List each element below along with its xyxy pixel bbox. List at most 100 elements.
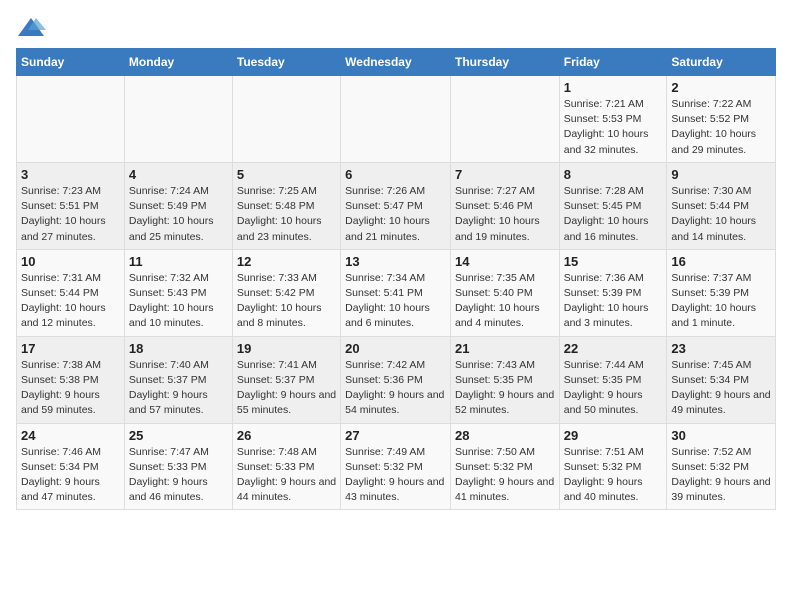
calendar-cell: 16 Sunrise: 7:37 AM Sunset: 5:39 PM Dayli… bbox=[667, 249, 776, 336]
calendar-cell: 30 Sunrise: 7:52 AM Sunset: 5:32 PM Dayli… bbox=[667, 423, 776, 510]
header bbox=[16, 16, 776, 40]
calendar-cell bbox=[17, 76, 125, 163]
day-info: Sunrise: 7:35 AM Sunset: 5:40 PM Dayligh… bbox=[455, 271, 555, 332]
day-number: 22 bbox=[564, 341, 663, 356]
day-number: 18 bbox=[129, 341, 228, 356]
day-number: 8 bbox=[564, 167, 663, 182]
day-number: 26 bbox=[237, 428, 336, 443]
day-info: Sunrise: 7:46 AM Sunset: 5:34 PM Dayligh… bbox=[21, 445, 120, 506]
calendar-cell: 15 Sunrise: 7:36 AM Sunset: 5:39 PM Dayli… bbox=[559, 249, 667, 336]
weekday-header-saturday: Saturday bbox=[667, 49, 776, 76]
day-number: 29 bbox=[564, 428, 663, 443]
day-info: Sunrise: 7:48 AM Sunset: 5:33 PM Dayligh… bbox=[237, 445, 336, 506]
calendar-cell: 17Sunrise: 7:38 AM Sunset: 5:38 PM Dayli… bbox=[17, 336, 125, 423]
calendar-cell: 18 Sunrise: 7:40 AM Sunset: 5:37 PM Dayli… bbox=[124, 336, 232, 423]
day-number: 13 bbox=[345, 254, 446, 269]
day-number: 16 bbox=[671, 254, 771, 269]
day-number: 14 bbox=[455, 254, 555, 269]
day-info: Sunrise: 7:30 AM Sunset: 5:44 PM Dayligh… bbox=[671, 184, 771, 245]
day-number: 6 bbox=[345, 167, 446, 182]
calendar-cell: 11Sunrise: 7:32 AM Sunset: 5:43 PM Dayli… bbox=[124, 249, 232, 336]
day-info: Sunrise: 7:24 AM Sunset: 5:49 PM Dayligh… bbox=[129, 184, 228, 245]
calendar-cell: 6 Sunrise: 7:26 AM Sunset: 5:47 PM Daylig… bbox=[341, 162, 451, 249]
calendar-cell: 4 Sunrise: 7:24 AM Sunset: 5:49 PM Daylig… bbox=[124, 162, 232, 249]
day-info: Sunrise: 7:51 AM Sunset: 5:32 PM Dayligh… bbox=[564, 445, 663, 506]
day-number: 21 bbox=[455, 341, 555, 356]
day-info: Sunrise: 7:34 AM Sunset: 5:41 PM Dayligh… bbox=[345, 271, 446, 332]
day-number: 20 bbox=[345, 341, 446, 356]
calendar-cell: 20 Sunrise: 7:42 AM Sunset: 5:36 PM Dayli… bbox=[341, 336, 451, 423]
day-info: Sunrise: 7:23 AM Sunset: 5:51 PM Dayligh… bbox=[21, 184, 120, 245]
calendar-cell: 26 Sunrise: 7:48 AM Sunset: 5:33 PM Dayli… bbox=[232, 423, 340, 510]
calendar-week-3: 10 Sunrise: 7:31 AM Sunset: 5:44 PM Dayli… bbox=[17, 249, 776, 336]
calendar-cell: 12 Sunrise: 7:33 AM Sunset: 5:42 PM Dayli… bbox=[232, 249, 340, 336]
day-info: Sunrise: 7:52 AM Sunset: 5:32 PM Dayligh… bbox=[671, 445, 771, 506]
calendar-cell: 7 Sunrise: 7:27 AM Sunset: 5:46 PM Daylig… bbox=[450, 162, 559, 249]
day-info: Sunrise: 7:25 AM Sunset: 5:48 PM Dayligh… bbox=[237, 184, 336, 245]
calendar-cell: 5Sunrise: 7:25 AM Sunset: 5:48 PM Daylig… bbox=[232, 162, 340, 249]
day-number: 19 bbox=[237, 341, 336, 356]
calendar-cell: 24 Sunrise: 7:46 AM Sunset: 5:34 PM Dayli… bbox=[17, 423, 125, 510]
weekday-header-thursday: Thursday bbox=[450, 49, 559, 76]
day-info: Sunrise: 7:31 AM Sunset: 5:44 PM Dayligh… bbox=[21, 271, 120, 332]
day-number: 10 bbox=[21, 254, 120, 269]
calendar-table: SundayMondayTuesdayWednesdayThursdayFrid… bbox=[16, 48, 776, 510]
calendar-week-1: 1 Sunrise: 7:21 AM Sunset: 5:53 PM Daylig… bbox=[17, 76, 776, 163]
day-number: 27 bbox=[345, 428, 446, 443]
calendar-cell: 27Sunrise: 7:49 AM Sunset: 5:32 PM Dayli… bbox=[341, 423, 451, 510]
calendar-cell: 23Sunrise: 7:45 AM Sunset: 5:34 PM Dayli… bbox=[667, 336, 776, 423]
day-number: 11 bbox=[129, 254, 228, 269]
calendar-cell: 25 Sunrise: 7:47 AM Sunset: 5:33 PM Dayli… bbox=[124, 423, 232, 510]
calendar-week-4: 17Sunrise: 7:38 AM Sunset: 5:38 PM Dayli… bbox=[17, 336, 776, 423]
calendar-cell: 1 Sunrise: 7:21 AM Sunset: 5:53 PM Daylig… bbox=[559, 76, 667, 163]
day-info: Sunrise: 7:38 AM Sunset: 5:38 PM Dayligh… bbox=[21, 358, 120, 419]
calendar-cell: 28 Sunrise: 7:50 AM Sunset: 5:32 PM Dayli… bbox=[450, 423, 559, 510]
calendar-cell: 19 Sunrise: 7:41 AM Sunset: 5:37 PM Dayli… bbox=[232, 336, 340, 423]
calendar-cell bbox=[124, 76, 232, 163]
weekday-header-wednesday: Wednesday bbox=[341, 49, 451, 76]
day-info: Sunrise: 7:27 AM Sunset: 5:46 PM Dayligh… bbox=[455, 184, 555, 245]
day-info: Sunrise: 7:26 AM Sunset: 5:47 PM Dayligh… bbox=[345, 184, 446, 245]
calendar-cell: 21 Sunrise: 7:43 AM Sunset: 5:35 PM Dayli… bbox=[450, 336, 559, 423]
day-number: 24 bbox=[21, 428, 120, 443]
day-number: 4 bbox=[129, 167, 228, 182]
day-info: Sunrise: 7:40 AM Sunset: 5:37 PM Dayligh… bbox=[129, 358, 228, 419]
day-info: Sunrise: 7:45 AM Sunset: 5:34 PM Dayligh… bbox=[671, 358, 771, 419]
calendar-cell: 14 Sunrise: 7:35 AM Sunset: 5:40 PM Dayli… bbox=[450, 249, 559, 336]
day-info: Sunrise: 7:41 AM Sunset: 5:37 PM Dayligh… bbox=[237, 358, 336, 419]
day-number: 25 bbox=[129, 428, 228, 443]
calendar-cell: 22 Sunrise: 7:44 AM Sunset: 5:35 PM Dayli… bbox=[559, 336, 667, 423]
day-info: Sunrise: 7:36 AM Sunset: 5:39 PM Dayligh… bbox=[564, 271, 663, 332]
weekday-header-sunday: Sunday bbox=[17, 49, 125, 76]
logo bbox=[16, 16, 50, 40]
calendar-week-2: 3 Sunrise: 7:23 AM Sunset: 5:51 PM Daylig… bbox=[17, 162, 776, 249]
day-number: 28 bbox=[455, 428, 555, 443]
day-number: 9 bbox=[671, 167, 771, 182]
calendar-cell: 29 Sunrise: 7:51 AM Sunset: 5:32 PM Dayli… bbox=[559, 423, 667, 510]
logo-icon bbox=[16, 16, 46, 40]
day-info: Sunrise: 7:44 AM Sunset: 5:35 PM Dayligh… bbox=[564, 358, 663, 419]
day-info: Sunrise: 7:33 AM Sunset: 5:42 PM Dayligh… bbox=[237, 271, 336, 332]
day-number: 3 bbox=[21, 167, 120, 182]
day-info: Sunrise: 7:21 AM Sunset: 5:53 PM Dayligh… bbox=[564, 97, 663, 158]
day-number: 1 bbox=[564, 80, 663, 95]
weekday-header-row: SundayMondayTuesdayWednesdayThursdayFrid… bbox=[17, 49, 776, 76]
day-number: 12 bbox=[237, 254, 336, 269]
day-number: 7 bbox=[455, 167, 555, 182]
calendar-cell: 13 Sunrise: 7:34 AM Sunset: 5:41 PM Dayli… bbox=[341, 249, 451, 336]
day-number: 2 bbox=[671, 80, 771, 95]
day-number: 30 bbox=[671, 428, 771, 443]
calendar-cell bbox=[232, 76, 340, 163]
day-number: 15 bbox=[564, 254, 663, 269]
weekday-header-monday: Monday bbox=[124, 49, 232, 76]
day-info: Sunrise: 7:50 AM Sunset: 5:32 PM Dayligh… bbox=[455, 445, 555, 506]
calendar-cell: 8Sunrise: 7:28 AM Sunset: 5:45 PM Daylig… bbox=[559, 162, 667, 249]
calendar-cell bbox=[341, 76, 451, 163]
day-info: Sunrise: 7:47 AM Sunset: 5:33 PM Dayligh… bbox=[129, 445, 228, 506]
calendar-cell: 10 Sunrise: 7:31 AM Sunset: 5:44 PM Dayli… bbox=[17, 249, 125, 336]
calendar-cell: 9 Sunrise: 7:30 AM Sunset: 5:44 PM Daylig… bbox=[667, 162, 776, 249]
day-info: Sunrise: 7:43 AM Sunset: 5:35 PM Dayligh… bbox=[455, 358, 555, 419]
day-info: Sunrise: 7:37 AM Sunset: 5:39 PM Dayligh… bbox=[671, 271, 771, 332]
calendar-week-5: 24 Sunrise: 7:46 AM Sunset: 5:34 PM Dayli… bbox=[17, 423, 776, 510]
day-info: Sunrise: 7:42 AM Sunset: 5:36 PM Dayligh… bbox=[345, 358, 446, 419]
